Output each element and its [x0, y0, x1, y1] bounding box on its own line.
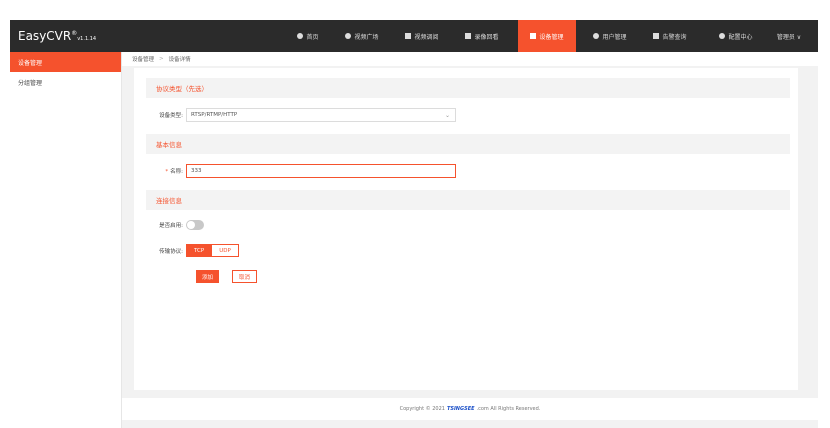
- nav-video-browse-label: 视频调阅: [414, 33, 439, 41]
- cancel-button[interactable]: 取消: [232, 270, 258, 283]
- transport-row: 传输协议: TCP UDP: [134, 244, 239, 257]
- footer-prefix: Copyright © 2021: [399, 406, 445, 412]
- chevron-down-icon: ⌄: [444, 111, 450, 119]
- app-window: EasyCVR®v1.1.14 首页 视频广场 视频调阅 录像回看 设备管理 用…: [10, 20, 818, 428]
- transport-segmented: TCP UDP: [186, 244, 239, 257]
- name-row: * 名称: 333: [134, 164, 456, 178]
- sidebar: 设备管理 分组管理: [10, 52, 122, 428]
- section-basic-header: 基本信息: [146, 134, 790, 154]
- footer: Copyright © 2021 TSINGSEE .com All Right…: [122, 398, 818, 420]
- top-navbar: EasyCVR®v1.1.14 首页 视频广场 视频调阅 录像回看 设备管理 用…: [10, 20, 818, 52]
- footer-brand-link[interactable]: TSINGSEE: [447, 406, 475, 412]
- transport-label: 传输协议:: [159, 248, 183, 255]
- nav-user-management-label: 用户管理: [602, 33, 627, 41]
- nav-video-browse[interactable]: 视频调阅: [396, 20, 448, 52]
- alarm-icon: [653, 33, 660, 39]
- device-type-value: RTSP/RTMP/HTTP: [191, 112, 238, 118]
- nav-home[interactable]: 首页: [288, 20, 328, 52]
- nav-video-square[interactable]: 视频广场: [336, 20, 388, 52]
- user-menu-label: 管理员 ∨: [776, 33, 802, 41]
- footer-suffix: .com All Rights Reserved.: [476, 406, 541, 412]
- nav-alarm-query-label: 告警查询: [662, 33, 687, 41]
- add-button[interactable]: 添加: [196, 270, 220, 283]
- enable-row: 是否启用:: [134, 220, 204, 230]
- transport-udp-option[interactable]: UDP: [212, 244, 239, 257]
- name-label: 名称:: [170, 169, 183, 175]
- nav-playback[interactable]: 录像回看: [456, 20, 508, 52]
- sidebar-item-device-management[interactable]: 设备管理: [10, 52, 121, 72]
- breadcrumb-separator: >: [159, 56, 164, 62]
- user-menu[interactable]: 管理员 ∨: [766, 20, 812, 52]
- device-icon: [530, 33, 537, 39]
- nav-home-label: 首页: [306, 33, 319, 41]
- section-protocol-header: 协议类型（先选）: [146, 78, 790, 98]
- nav-config-center[interactable]: 配置中心: [708, 20, 764, 52]
- nav-device-management[interactable]: 设备管理: [518, 20, 576, 52]
- circle-icon: [345, 33, 352, 39]
- required-mark: *: [165, 169, 169, 175]
- breadcrumb: 设备管理 > 设备详情: [122, 52, 818, 66]
- breadcrumb-current: 设备详情: [168, 57, 191, 63]
- breadcrumb-root[interactable]: 设备管理: [132, 55, 154, 63]
- user-icon: [593, 33, 600, 39]
- nav-device-management-label: 设备管理: [539, 33, 564, 41]
- device-type-label: 设备类型:: [159, 113, 183, 119]
- main-nav: 首页 视频广场 视频调阅 录像回看 设备管理 用户管理 告警查询 配置中心 管理…: [10, 20, 818, 52]
- sidebar-item-group-management[interactable]: 分组管理: [10, 72, 121, 92]
- camera-icon: [465, 33, 472, 39]
- enable-toggle[interactable]: [186, 220, 204, 230]
- enable-label: 是否启用:: [159, 223, 183, 229]
- cloud-icon: [297, 33, 304, 39]
- transport-tcp-option[interactable]: TCP: [186, 244, 213, 257]
- toggle-knob: [187, 221, 195, 229]
- section-connect-header: 连接信息: [146, 190, 790, 210]
- nav-user-management[interactable]: 用户管理: [584, 20, 636, 52]
- sidebar-item-label: 分组管理: [18, 79, 43, 87]
- gear-icon: [719, 33, 726, 39]
- nav-alarm-query[interactable]: 告警查询: [642, 20, 698, 52]
- name-input-value: 333: [191, 168, 202, 174]
- name-label-wrap: * 名称:: [134, 167, 186, 175]
- name-input[interactable]: 333: [186, 164, 456, 178]
- nav-config-center-label: 配置中心: [728, 33, 753, 41]
- device-type-row: 设备类型: RTSP/RTMP/HTTP ⌄: [134, 108, 456, 122]
- nav-video-square-label: 视频广场: [354, 33, 379, 41]
- nav-playback-label: 录像回看: [474, 33, 499, 41]
- grid-icon: [405, 33, 412, 39]
- device-detail-form: 协议类型（先选） 设备类型: RTSP/RTMP/HTTP ⌄ 基本信息 * 名称…: [134, 68, 798, 390]
- device-type-select[interactable]: RTSP/RTMP/HTTP ⌄: [186, 108, 456, 122]
- sidebar-item-label: 设备管理: [18, 59, 43, 67]
